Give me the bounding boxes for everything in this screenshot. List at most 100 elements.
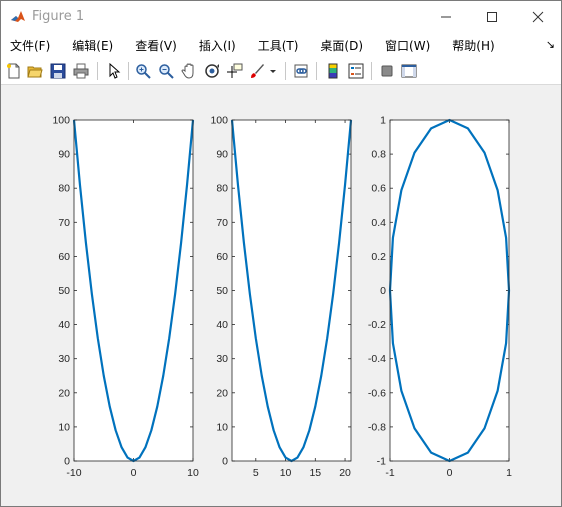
- save-button[interactable]: [48, 61, 68, 81]
- insert-colorbar-icon: [328, 63, 338, 79]
- axes-1-ytick-label: 50: [58, 285, 70, 297]
- window-title: Figure 1: [32, 9, 85, 24]
- axes-3-ytick-label: 0.8: [371, 149, 386, 161]
- show-plot-tools-icon: [401, 64, 417, 78]
- link-plot-button[interactable]: [291, 61, 311, 81]
- pan-button[interactable]: [179, 61, 199, 81]
- menu-window[interactable]: 窗口(W): [376, 37, 430, 54]
- edit-plot-arrow-icon: [109, 63, 121, 79]
- axes-3-ytick-label: 0: [380, 285, 386, 297]
- axes-1-ytick-label: 10: [58, 421, 70, 433]
- toolbar-separator: [316, 62, 317, 80]
- axes-3-ytick-label: 0.6: [371, 183, 386, 195]
- data-cursor-button[interactable]: [225, 61, 245, 81]
- menu-desktop[interactable]: 桌面(D): [311, 37, 363, 54]
- toolbar-separator: [128, 62, 129, 80]
- window-controls: [423, 1, 561, 32]
- insert-legend-button[interactable]: [346, 61, 366, 81]
- axes-2-ytick-label: 20: [216, 387, 228, 399]
- axes-3-ytick-label: 1: [380, 115, 386, 127]
- show-plot-tools-button[interactable]: [399, 61, 419, 81]
- axes-3-ytick-label: 0.2: [371, 251, 386, 263]
- menu-help[interactable]: 帮助(H): [443, 37, 494, 54]
- matlab-logo-icon: [10, 8, 26, 25]
- brush-icon: [251, 64, 264, 78]
- zoom-out-icon: [159, 64, 174, 79]
- print-button[interactable]: [71, 61, 91, 81]
- new-figure-button[interactable]: [4, 61, 24, 81]
- axes-1-ytick-label: 20: [58, 387, 70, 399]
- close-button[interactable]: [515, 1, 561, 32]
- axes-1-ytick-label: 100: [52, 115, 70, 127]
- menu-view[interactable]: 查看(V): [126, 37, 177, 54]
- print-icon: [73, 63, 89, 79]
- toolbar-separator: [285, 62, 286, 80]
- brush-button[interactable]: [247, 61, 267, 81]
- axes-2-ytick-label: 30: [216, 353, 228, 365]
- menu-file[interactable]: 文件(F): [1, 37, 50, 54]
- save-icon: [50, 63, 66, 79]
- menu-insert[interactable]: 插入(I): [190, 37, 236, 54]
- axes-3-xtick-label: 0: [447, 467, 453, 479]
- menu-tools[interactable]: 工具(T): [249, 37, 299, 54]
- maximize-button[interactable]: [469, 1, 515, 32]
- zoom-in-button[interactable]: [133, 61, 153, 81]
- axes-1-ytick-label: 80: [58, 183, 70, 195]
- axes-3-ytick-label: 0.4: [371, 217, 386, 229]
- axes-2-ytick-label: 40: [216, 319, 228, 331]
- minimize-button[interactable]: [423, 1, 469, 32]
- insert-colorbar-button[interactable]: [323, 61, 343, 81]
- axes-1-ytick-label: 0: [64, 456, 70, 468]
- axes-2-ytick-label: 100: [210, 115, 228, 127]
- data-cursor-icon: [227, 63, 243, 78]
- axes-3-ytick-label: -0.8: [368, 421, 386, 433]
- axes-3-ytick-label: -0.2: [368, 319, 386, 331]
- hide-plot-tools-icon: [381, 65, 393, 77]
- figure-toolbar: [1, 58, 561, 85]
- plots-svg: 0102030405060708090100-10 0 10010203040506…: [52, 115, 512, 480]
- zoom-out-button[interactable]: [156, 61, 176, 81]
- brush-dropdown-icon: [270, 70, 276, 73]
- axes-2-ytick-label: 90: [216, 149, 228, 161]
- toolbar-separator: [97, 62, 98, 80]
- axes-1-ytick-label: 60: [58, 251, 70, 263]
- brush-dropdown-button[interactable]: [267, 61, 279, 81]
- axes-2-ytick-label: 70: [216, 217, 228, 229]
- figure-window: Figure 1 文件(F) 编辑(E) 查看(V) 插入(I) 工具(T) 桌…: [0, 0, 562, 507]
- axes-3-ytick-label: -0.6: [368, 387, 386, 399]
- insert-legend-icon: [348, 63, 364, 79]
- title-bar[interactable]: Figure 1: [1, 1, 561, 32]
- axes-1-ytick-label: 30: [58, 353, 70, 365]
- new-figure-icon: [7, 63, 20, 79]
- hide-plot-tools-button[interactable]: [377, 61, 397, 81]
- open-file-icon: [27, 66, 43, 78]
- maximize-icon: [487, 11, 497, 22]
- menu-edit[interactable]: 编辑(E): [63, 37, 113, 54]
- axes-1-ytick-label: 70: [58, 217, 70, 229]
- menu-bar: 文件(F) 编辑(E) 查看(V) 插入(I) 工具(T) 桌面(D) 窗口(W…: [1, 32, 561, 58]
- axes-2-ytick-label: 50: [216, 285, 228, 297]
- edit-plot-button[interactable]: [104, 61, 124, 81]
- axes-3-xtick-label: -1: [385, 467, 394, 479]
- axes-2-ytick-label: 0: [222, 456, 228, 468]
- axes-1-xtick-label: 10: [187, 467, 199, 479]
- axes-2-xtick-label: 15: [309, 467, 321, 479]
- axes-2-ytick-label: 80: [216, 183, 228, 195]
- axes-2-ytick-label: 60: [216, 251, 228, 263]
- axes-1-xtick-label: 0: [131, 467, 137, 479]
- close-icon: [532, 11, 544, 22]
- rotate-3d-icon: [205, 64, 219, 78]
- axes-3-ytick-label: -0.4: [368, 353, 386, 365]
- axes-1-ytick-label: 40: [58, 319, 70, 331]
- rotate-3d-button[interactable]: [202, 61, 222, 81]
- menu-dock-arrow-icon[interactable]: ↘: [546, 38, 555, 51]
- open-file-button[interactable]: [25, 61, 45, 81]
- figure-canvas[interactable]: 0 10 20 30 40 50 60 70 80 90 100 -10 0 10 0 10 20 30 40 50 6…: [1, 85, 561, 506]
- axes-2-ytick-label: 10: [216, 421, 228, 433]
- axes-3-xtick-label: 1: [506, 467, 512, 479]
- toolbar-separator: [371, 62, 372, 80]
- pan-hand-icon: [181, 63, 194, 79]
- axes-2-xtick-label: 10: [280, 467, 292, 479]
- link-plot-icon: [294, 64, 308, 78]
- axes-2-xtick-label: 5: [253, 467, 259, 479]
